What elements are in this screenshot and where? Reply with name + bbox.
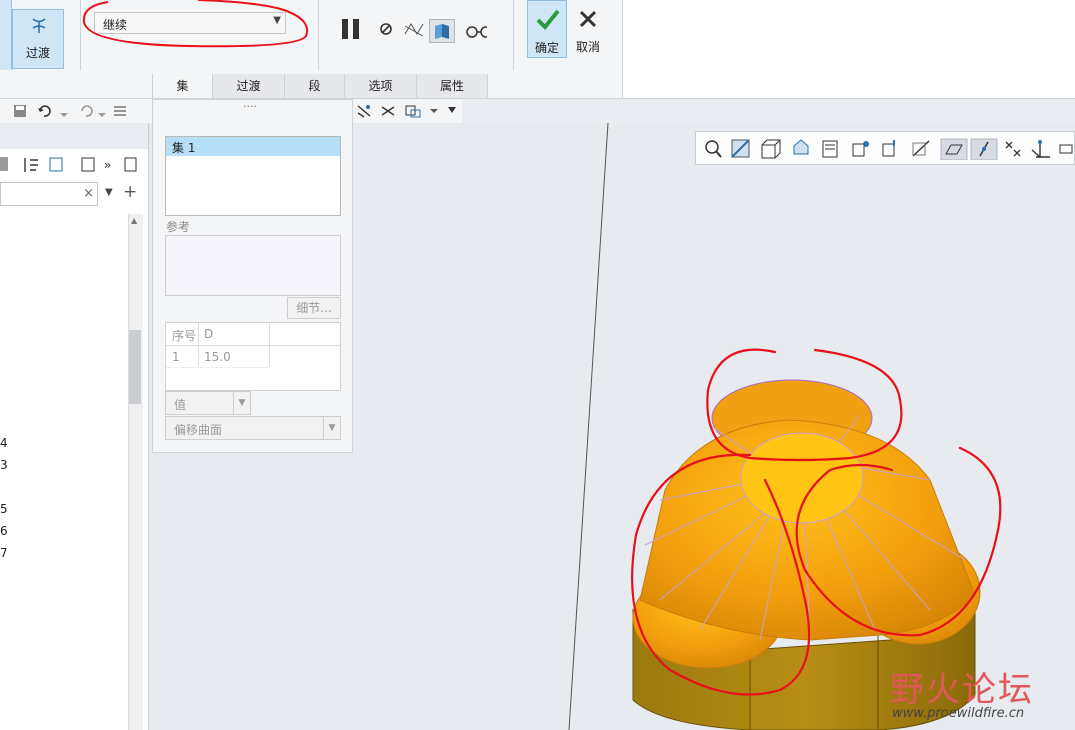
tree-row-number: 4 xyxy=(0,436,8,450)
search-input[interactable]: × xyxy=(0,182,98,206)
table-cell: 1 xyxy=(172,350,180,364)
panel-grip-icon[interactable]: ···· xyxy=(243,100,257,113)
svg-text:»: » xyxy=(104,158,111,172)
table-divider xyxy=(269,323,270,367)
tab-label: 属性 xyxy=(439,79,464,93)
surface-preview-icon xyxy=(435,24,449,39)
tab-sets[interactable]: 集 xyxy=(152,74,212,98)
quick-access-toolbar xyxy=(0,99,152,123)
tree-row-number: 3 xyxy=(0,458,8,472)
separator xyxy=(513,0,514,70)
value-select[interactable]: 值 ▼ xyxy=(165,391,251,415)
close-icon xyxy=(579,10,597,28)
separator xyxy=(622,0,623,98)
watermark-logo: 野火论坛 xyxy=(890,670,1034,710)
ribbon-left-strip xyxy=(0,0,12,70)
list-item[interactable]: 集 1 xyxy=(166,137,340,156)
preview-toggle-active[interactable] xyxy=(429,19,455,43)
tab-label: 选项 xyxy=(368,79,393,93)
offset-surface-select[interactable]: 偏移曲面 ▼ xyxy=(165,416,341,440)
tab-transitions[interactable]: 过渡 xyxy=(212,74,284,98)
tree-row-number: 6 xyxy=(0,524,8,538)
transition-icon xyxy=(32,18,46,33)
clear-icon[interactable]: × xyxy=(83,186,94,201)
ribbon-blank-area xyxy=(622,0,1075,98)
tab-label: 段 xyxy=(308,79,321,93)
transition-button-label: 过渡 xyxy=(25,46,50,60)
annotation-circle xyxy=(82,0,308,48)
tree-row-number: 5 xyxy=(0,502,8,516)
scrollbar-thumb[interactable] xyxy=(129,330,141,404)
ok-button-label: 确定 xyxy=(534,41,559,55)
tab-label: 过渡 xyxy=(236,79,261,93)
offset-select-label: 偏移曲面 xyxy=(174,423,223,437)
pause-icon[interactable] xyxy=(340,18,362,40)
transition-button[interactable]: 过渡 xyxy=(12,9,64,69)
table-header: 序号 xyxy=(172,329,197,343)
search-dropdown-icon[interactable]: ▼ xyxy=(105,187,113,198)
tab-options[interactable]: 选项 xyxy=(344,74,416,98)
selection-tool-icons xyxy=(357,105,456,118)
view-toolbar-icons[interactable] xyxy=(702,138,1074,160)
table-header: D xyxy=(204,327,214,341)
glasses-icon[interactable] xyxy=(465,20,487,42)
set-label: 集 1 xyxy=(172,141,196,155)
cancel-button-label: 取消 xyxy=(575,40,600,54)
model-tree-scrollbar[interactable]: ▲ xyxy=(128,214,143,730)
no-preview-icon[interactable] xyxy=(378,21,400,43)
model-tree-header xyxy=(0,123,148,149)
mesh-preview-icon[interactable] xyxy=(403,20,425,42)
add-icon[interactable]: + xyxy=(123,182,137,202)
separator xyxy=(318,0,319,70)
table-cell[interactable]: 15.0 xyxy=(204,350,231,364)
references-label: 参考 xyxy=(166,220,191,234)
tab-properties[interactable]: 属性 xyxy=(416,74,488,98)
chevron-down-icon: ▼ xyxy=(233,392,250,414)
chevron-down-icon: ▼ xyxy=(323,417,340,439)
scroll-up-icon[interactable]: ▲ xyxy=(131,216,137,225)
value-select-label: 值 xyxy=(174,398,187,412)
model-tree-panel xyxy=(0,123,149,730)
tree-row-number: 7 xyxy=(0,546,8,560)
tab-segments[interactable]: 段 xyxy=(284,74,344,98)
tab-label: 集 xyxy=(176,79,189,93)
quick-access-icons xyxy=(14,105,126,117)
references-collector[interactable] xyxy=(165,235,341,296)
radius-table[interactable]: 序号 D 1 15.0 xyxy=(165,322,341,391)
selection-toolbar xyxy=(352,99,462,123)
checkmark-icon xyxy=(536,9,560,30)
ok-button[interactable]: 确定 xyxy=(527,0,567,58)
model-tree-toolbar[interactable]: » xyxy=(0,153,148,177)
details-button[interactable]: 细节... xyxy=(287,297,341,319)
watermark-url: www.proewildfire.cn xyxy=(892,706,1025,721)
cancel-button[interactable]: 取消 xyxy=(570,0,606,58)
view-toolbar xyxy=(695,131,1075,165)
